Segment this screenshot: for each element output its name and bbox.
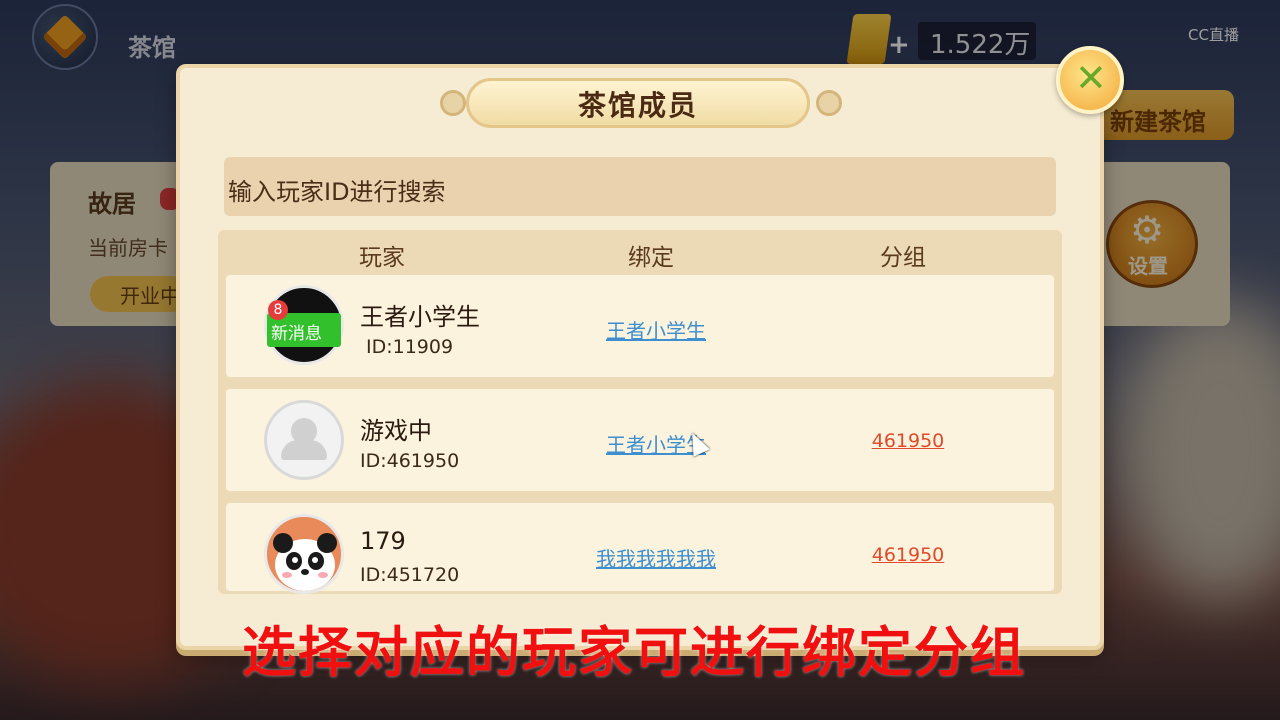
title-ornament-right [816, 90, 842, 116]
player-id: ID:11909 [366, 336, 454, 358]
player-id: ID:461950 [360, 450, 460, 472]
bind-link[interactable]: 我我我我我我 [556, 543, 756, 572]
bind-link[interactable]: 王者小学生 [556, 315, 756, 344]
dialog-title: 茶馆成员 [577, 89, 698, 122]
column-header-group: 分组 [880, 245, 926, 271]
video-caption: 选择对应的玩家可进行绑定分组 [242, 621, 1026, 684]
title-ornament-left [440, 90, 466, 116]
player-name: 王者小学生 [360, 303, 480, 331]
message-count-badge: 8 [268, 300, 288, 320]
close-icon: ✕ [1075, 56, 1107, 100]
group-link[interactable]: 461950 [848, 544, 968, 566]
group-link[interactable]: 461950 [848, 430, 968, 452]
column-header-bind: 绑定 [628, 245, 674, 271]
player-search-input[interactable]: 输入玩家ID进行搜索 [224, 157, 1056, 216]
column-header-player: 玩家 [359, 245, 405, 271]
player-name: 游戏中 [360, 417, 432, 445]
default-user-body-icon [281, 440, 327, 460]
avatar[interactable] [264, 514, 344, 594]
player-id: ID:451720 [360, 564, 460, 586]
player-name: 179 [360, 527, 406, 555]
bind-link[interactable]: 王者小学生 [556, 429, 756, 458]
